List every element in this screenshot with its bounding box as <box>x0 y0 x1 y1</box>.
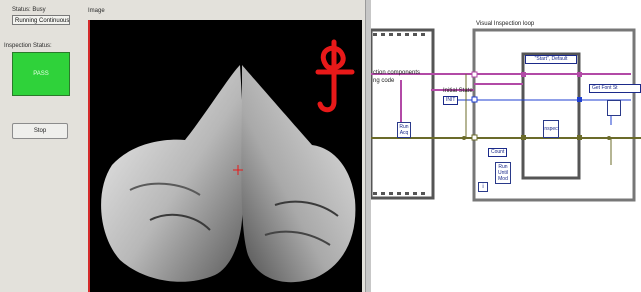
status-label: Status: Busy <box>12 7 46 13</box>
block-diagram: Visual Inspection loop ction components … <box>371 0 641 292</box>
pass-led-indicator: PASS <box>12 52 70 96</box>
inspect-subvi-label: Inspect <box>542 126 560 132</box>
run-until-mod-subvi-label: Run Until Mod <box>497 164 508 182</box>
run-acq-subvi-label: Run Acq <box>399 124 409 136</box>
inspection-status-label: Inspection Status: <box>4 43 52 49</box>
init-constant[interactable]: INIT <box>443 96 459 105</box>
stop-button[interactable]: Stop <box>12 123 68 139</box>
hands-image <box>90 20 362 292</box>
image-display[interactable] <box>88 20 362 292</box>
comment-line-1: ction components <box>373 70 421 76</box>
initial-state-label: Initial State <box>443 88 473 94</box>
loop-label: Visual Inspection loop <box>476 21 535 27</box>
run-until-mod-subvi[interactable]: Run Until Mod <box>495 162 511 184</box>
loop-iteration-terminal: i <box>478 182 488 192</box>
comment-line-2: ng code <box>373 78 395 84</box>
property-subvi-icon[interactable] <box>607 100 621 116</box>
stop-button-label: Stop <box>33 128 47 134</box>
loop-index-label: i <box>482 184 484 190</box>
led-text: PASS <box>33 71 49 77</box>
status-indicator: Running Continuously <box>12 15 70 25</box>
case-selector[interactable]: "Start", Default <box>525 55 577 64</box>
image-label: Image <box>88 8 105 14</box>
count-constant[interactable]: Count <box>488 148 508 157</box>
inspect-subvi[interactable]: Inspect <box>543 120 559 138</box>
front-panel: Status: Busy Running Continuously Image … <box>0 0 365 292</box>
diagram-wires <box>371 28 641 202</box>
get-font-property-node[interactable]: Get Font St <box>589 84 641 93</box>
run-acq-subvi[interactable]: Run Acq <box>397 122 411 138</box>
